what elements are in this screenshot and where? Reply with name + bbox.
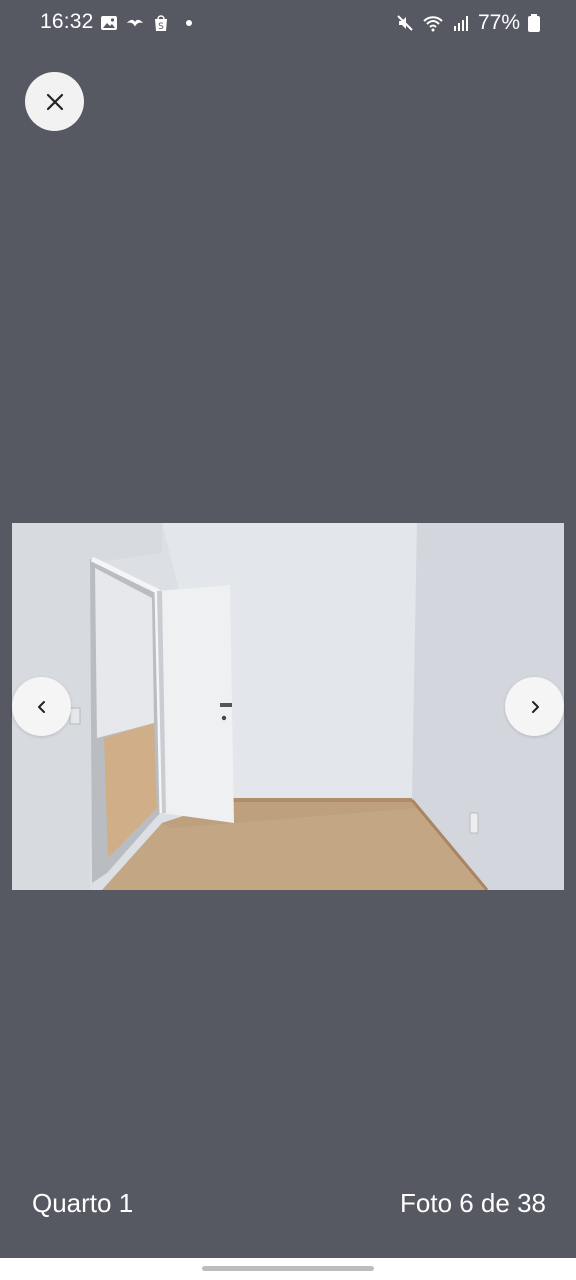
close-button[interactable] bbox=[25, 72, 84, 131]
status-bar: 16:32 S 77% bbox=[0, 0, 576, 48]
room-photo bbox=[12, 523, 564, 890]
photo-counter: Foto 6 de 38 bbox=[400, 1188, 546, 1218]
status-right: 77% bbox=[396, 11, 540, 35]
chevron-left-icon bbox=[37, 700, 45, 713]
signal-icon bbox=[453, 16, 468, 31]
status-left-icons: S bbox=[100, 14, 192, 32]
battery-icon bbox=[528, 14, 540, 32]
chevron-right-icon bbox=[531, 700, 539, 713]
notification-dot-icon bbox=[186, 20, 192, 26]
next-photo-button[interactable] bbox=[505, 677, 564, 736]
wifi-icon bbox=[423, 16, 443, 32]
shopee-icon: S bbox=[155, 15, 167, 32]
previous-photo-button[interactable] bbox=[12, 677, 71, 736]
mute-icon bbox=[397, 15, 413, 31]
bird-app-icon bbox=[126, 19, 144, 27]
svg-text:S: S bbox=[158, 22, 164, 32]
gallery-icon bbox=[101, 16, 117, 30]
battery-percentage: 77% bbox=[477, 11, 520, 34]
navigation-bar bbox=[0, 1258, 576, 1280]
status-time: 16:32 bbox=[40, 10, 94, 33]
room-photo-image bbox=[12, 523, 564, 890]
close-icon bbox=[46, 93, 63, 110]
home-indicator[interactable] bbox=[202, 1266, 374, 1271]
photo-caption: Quarto 1 bbox=[32, 1188, 134, 1218]
